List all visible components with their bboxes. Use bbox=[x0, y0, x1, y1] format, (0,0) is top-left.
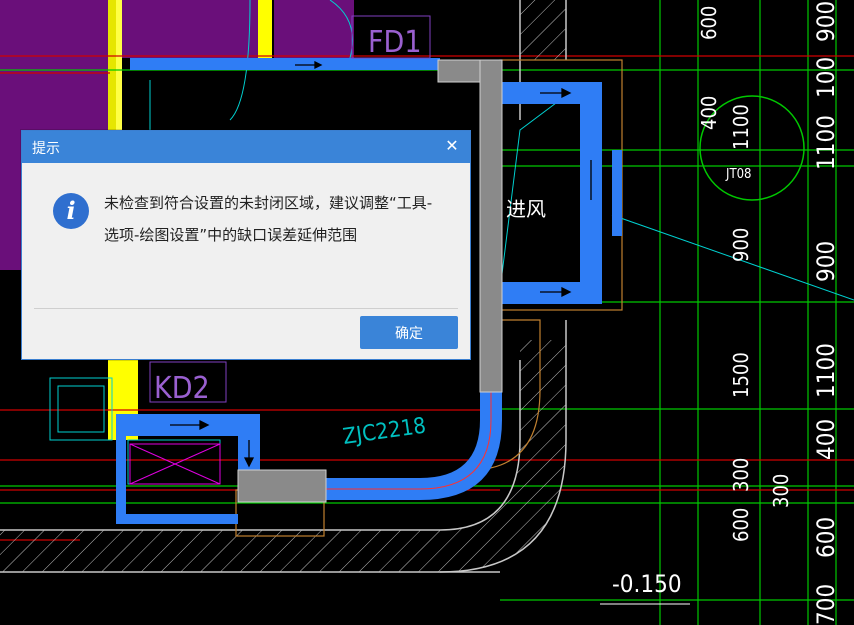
dim-label: 1100 bbox=[812, 343, 840, 398]
dialog-message: 未检查到符合设置的未封闭区域，建议调整“工具-选项-绘图设置”中的缺口误差延伸范… bbox=[104, 194, 433, 244]
dialog-titlebar[interactable]: 提示 ✕ bbox=[22, 131, 470, 163]
dim-label: 600 bbox=[812, 517, 840, 558]
close-icon[interactable]: ✕ bbox=[442, 136, 462, 156]
dim-label: 1100 bbox=[729, 104, 753, 150]
room-fill bbox=[274, 0, 354, 58]
dim-label: 400 bbox=[697, 96, 721, 130]
cad-label-kd2: KD2 bbox=[154, 371, 210, 406]
info-icon: i bbox=[53, 193, 89, 229]
room-fill bbox=[110, 0, 258, 58]
dim-label: 400 bbox=[812, 419, 840, 460]
ok-button[interactable]: 确定 bbox=[360, 316, 458, 349]
hint-dialog: 提示 ✕ i 未检查到符合设置的未封闭区域，建议调整“工具-选项-绘图设置”中的… bbox=[21, 130, 471, 360]
dialog-divider bbox=[34, 308, 458, 309]
wall-hatch bbox=[520, 0, 566, 60]
dim-label: 1500 bbox=[729, 352, 753, 398]
dim-label: 900 bbox=[812, 241, 840, 282]
dim-label: 600 bbox=[729, 508, 753, 542]
dim-label: 900 bbox=[729, 228, 753, 262]
cad-label-fd1: FD1 bbox=[368, 25, 421, 60]
dim-label: 700 bbox=[812, 584, 840, 625]
dim-label: 600 bbox=[697, 6, 721, 40]
cad-label-jinfeng: 进风 bbox=[506, 197, 546, 221]
dim-label: 100 bbox=[812, 57, 840, 98]
dim-label: 900 bbox=[812, 1, 840, 42]
cad-label-jt08: JT08 bbox=[725, 167, 751, 182]
elevation-label: -0.150 bbox=[612, 570, 682, 598]
dim-label: 300 bbox=[769, 474, 793, 508]
dialog-title: 提示 bbox=[32, 141, 60, 157]
dim-label: 300 bbox=[729, 458, 753, 492]
wall-line bbox=[258, 0, 272, 58]
dim-label: 1100 bbox=[812, 115, 840, 170]
duct bbox=[612, 150, 622, 236]
